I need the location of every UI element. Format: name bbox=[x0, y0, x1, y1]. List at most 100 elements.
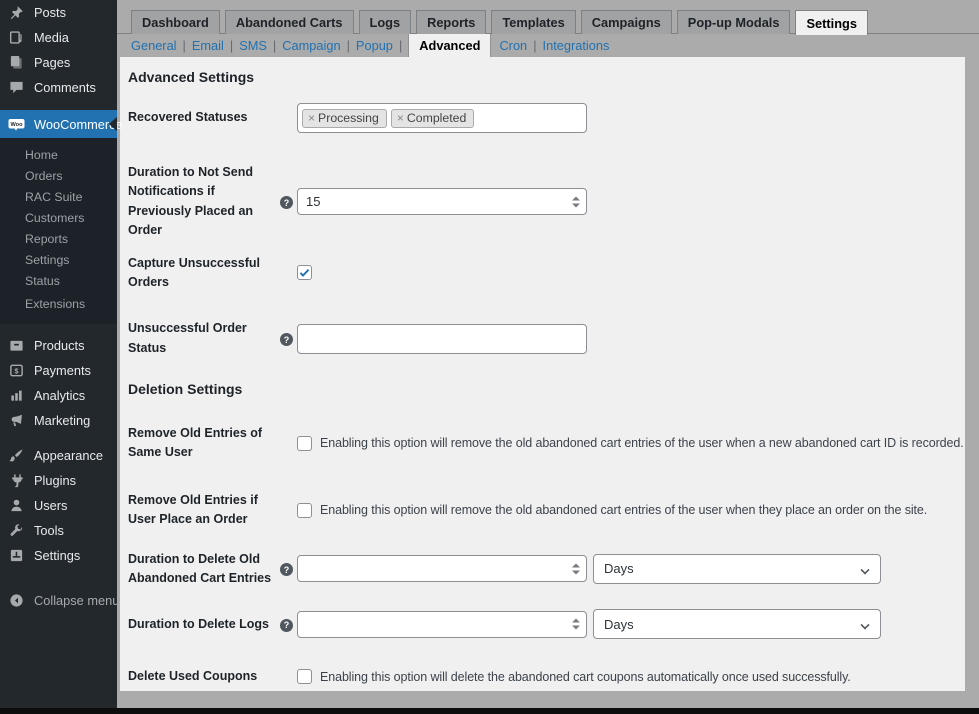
sidebar-item-appearance[interactable]: Appearance bbox=[0, 443, 117, 468]
remove-tag-icon[interactable]: × bbox=[308, 111, 315, 125]
checkmark-icon bbox=[299, 269, 310, 278]
svg-text:Woo: Woo bbox=[10, 121, 23, 127]
help-icon[interactable]: ? bbox=[280, 618, 293, 632]
submenu-item-orders[interactable]: Orders bbox=[0, 166, 117, 187]
submenu-item-settings[interactable]: Settings bbox=[0, 250, 117, 271]
submenu-item-reports[interactable]: Reports bbox=[0, 229, 117, 250]
unsuccessful-status-input[interactable] bbox=[297, 323, 587, 354]
comment-bubble-icon bbox=[8, 80, 25, 96]
subnav-campaign[interactable]: Campaign bbox=[282, 38, 340, 53]
field-delete-used-coupons: Delete Used Coupons Enabling this option… bbox=[128, 667, 945, 686]
sidebar-separator bbox=[0, 324, 117, 333]
sidebar-item-analytics[interactable]: Analytics bbox=[0, 383, 117, 408]
help-icon[interactable]: ? bbox=[280, 333, 293, 347]
subnav-advanced-active[interactable]: Advanced bbox=[408, 34, 492, 57]
submenu-item-status[interactable]: Status bbox=[0, 271, 117, 292]
plug-icon bbox=[8, 473, 25, 489]
sidebar-item-comments[interactable]: Comments bbox=[0, 75, 117, 100]
tag-label: Completed bbox=[406, 110, 467, 125]
sidebar-item-media[interactable]: Media bbox=[0, 25, 117, 50]
chevron-down-icon bbox=[860, 565, 870, 575]
field-label: Remove Old Entries of Same User bbox=[128, 426, 263, 460]
field-capture-unsuccessful: Capture Unsuccessful Orders bbox=[128, 254, 945, 293]
help-icon[interactable]: ? bbox=[280, 196, 293, 210]
field-label: Duration to Delete Logs bbox=[128, 616, 269, 631]
recovered-statuses-multiselect[interactable]: × Processing × Completed bbox=[297, 103, 587, 133]
collapse-arrow-icon bbox=[8, 593, 25, 609]
field-label: Remove Old Entries if User Place an Orde… bbox=[128, 492, 258, 527]
field-remove-old-order: Remove Old Entries if User Place an Orde… bbox=[128, 491, 945, 530]
subnav-general[interactable]: General bbox=[131, 38, 177, 53]
section-title-deletion: Deletion Settings bbox=[128, 381, 243, 397]
pages-icon bbox=[8, 55, 25, 71]
submenu-item-rac-suite[interactable]: RAC Suite bbox=[0, 187, 117, 208]
duration-delete-entries-unit-select[interactable]: Days bbox=[593, 553, 881, 584]
submenu-item-customers[interactable]: Customers bbox=[0, 208, 117, 229]
megaphone-icon bbox=[8, 413, 25, 429]
settings-subnav: General | Email | SMS | Campaign | Popup… bbox=[117, 34, 979, 57]
tab-dashboard[interactable]: Dashboard bbox=[131, 10, 220, 34]
remove-old-order-checkbox[interactable] bbox=[297, 502, 312, 518]
tab-reports[interactable]: Reports bbox=[416, 10, 487, 34]
sidebar-item-payments[interactable]: $ Payments bbox=[0, 358, 117, 383]
subnav-separator: | bbox=[272, 38, 277, 53]
field-duration-delete-entries: Duration to Delete Old Abandoned Cart En… bbox=[128, 550, 945, 589]
number-spinner[interactable] bbox=[572, 618, 580, 630]
sidebar-item-plugins[interactable]: Plugins bbox=[0, 468, 117, 493]
sidebar-item-tools[interactable]: Tools bbox=[0, 518, 117, 543]
field-unsuccessful-status: Unsuccessful Order Status ? bbox=[128, 319, 945, 358]
woocommerce-submenu: Home Orders RAC Suite Customers Reports … bbox=[0, 138, 117, 324]
subnav-separator: | bbox=[346, 38, 350, 53]
field-label: Recovered Statuses bbox=[128, 110, 248, 125]
remove-tag-icon[interactable]: × bbox=[397, 111, 404, 125]
field-duration-delete-logs: Duration to Delete Logs ? Days bbox=[128, 609, 945, 640]
duration-delete-logs-unit-select[interactable]: Days bbox=[593, 609, 881, 640]
subnav-cron[interactable]: Cron bbox=[499, 38, 527, 53]
tab-campaigns[interactable]: Campaigns bbox=[580, 10, 672, 34]
submenu-item-extensions[interactable]: Extensions bbox=[0, 294, 117, 315]
number-spinner[interactable] bbox=[572, 563, 580, 575]
field-recovered-statuses: Recovered Statuses × Processing × Comple… bbox=[128, 103, 945, 133]
number-spinner[interactable] bbox=[572, 196, 580, 208]
settings-sliders-icon bbox=[8, 548, 25, 564]
sidebar-item-settings[interactable]: Settings bbox=[0, 543, 117, 568]
tab-popup-modals[interactable]: Pop-up Modals bbox=[676, 10, 791, 34]
capture-unsuccessful-checkbox[interactable] bbox=[297, 265, 312, 281]
sidebar-item-marketing[interactable]: Marketing bbox=[0, 408, 117, 433]
user-icon bbox=[8, 498, 25, 514]
tab-settings[interactable]: Settings bbox=[795, 10, 868, 35]
field-label: Unsuccessful Order Status bbox=[128, 321, 247, 355]
subnav-integrations[interactable]: Integrations bbox=[543, 38, 610, 53]
wordpress-admin: Posts Media Pages Comments Woo WooCommer… bbox=[0, 0, 979, 714]
help-icon[interactable]: ? bbox=[280, 563, 293, 577]
collapse-menu-button[interactable]: Collapse menu bbox=[0, 588, 119, 613]
subnav-separator: | bbox=[182, 38, 186, 53]
sidebar-item-posts[interactable]: Posts bbox=[0, 0, 117, 25]
duration-delete-entries-input[interactable] bbox=[298, 556, 586, 582]
sidebar-item-pages[interactable]: Pages bbox=[0, 50, 117, 75]
sidebar-item-label: Analytics bbox=[34, 388, 86, 403]
field-label: Duration to Delete Old Abandoned Cart En… bbox=[128, 551, 272, 585]
field-description: Enabling this option will remove the old… bbox=[320, 436, 964, 451]
delete-used-coupons-checkbox[interactable] bbox=[297, 669, 312, 685]
sidebar-item-woocommerce[interactable]: Woo WooCommerce bbox=[0, 110, 123, 138]
field-description: Enabling this option will delete the aba… bbox=[320, 669, 851, 684]
sidebar-item-products[interactable]: Products bbox=[0, 333, 117, 358]
products-box-icon bbox=[8, 338, 25, 354]
tab-abandoned-carts[interactable]: Abandoned Carts bbox=[224, 10, 354, 34]
sidebar-item-users[interactable]: Users bbox=[0, 493, 117, 518]
svg-text:$: $ bbox=[14, 366, 19, 375]
duration-delete-logs-input[interactable] bbox=[298, 611, 586, 637]
subnav-sms[interactable]: SMS bbox=[239, 38, 267, 53]
remove-old-same-user-checkbox[interactable] bbox=[297, 435, 312, 451]
tab-templates[interactable]: Templates bbox=[491, 10, 576, 34]
bottom-edge-bar bbox=[0, 708, 979, 714]
subnav-email[interactable]: Email bbox=[192, 38, 224, 53]
subnav-popup[interactable]: Popup bbox=[356, 38, 393, 53]
tab-logs[interactable]: Logs bbox=[358, 10, 412, 34]
submenu-item-home[interactable]: Home bbox=[0, 145, 117, 166]
field-label: Capture Unsuccessful Orders bbox=[128, 255, 260, 289]
field-label: Duration to Not Send Notifications if Pr… bbox=[128, 165, 254, 238]
sidebar-item-label: Products bbox=[34, 338, 85, 353]
duration-not-send-input[interactable] bbox=[298, 189, 586, 215]
